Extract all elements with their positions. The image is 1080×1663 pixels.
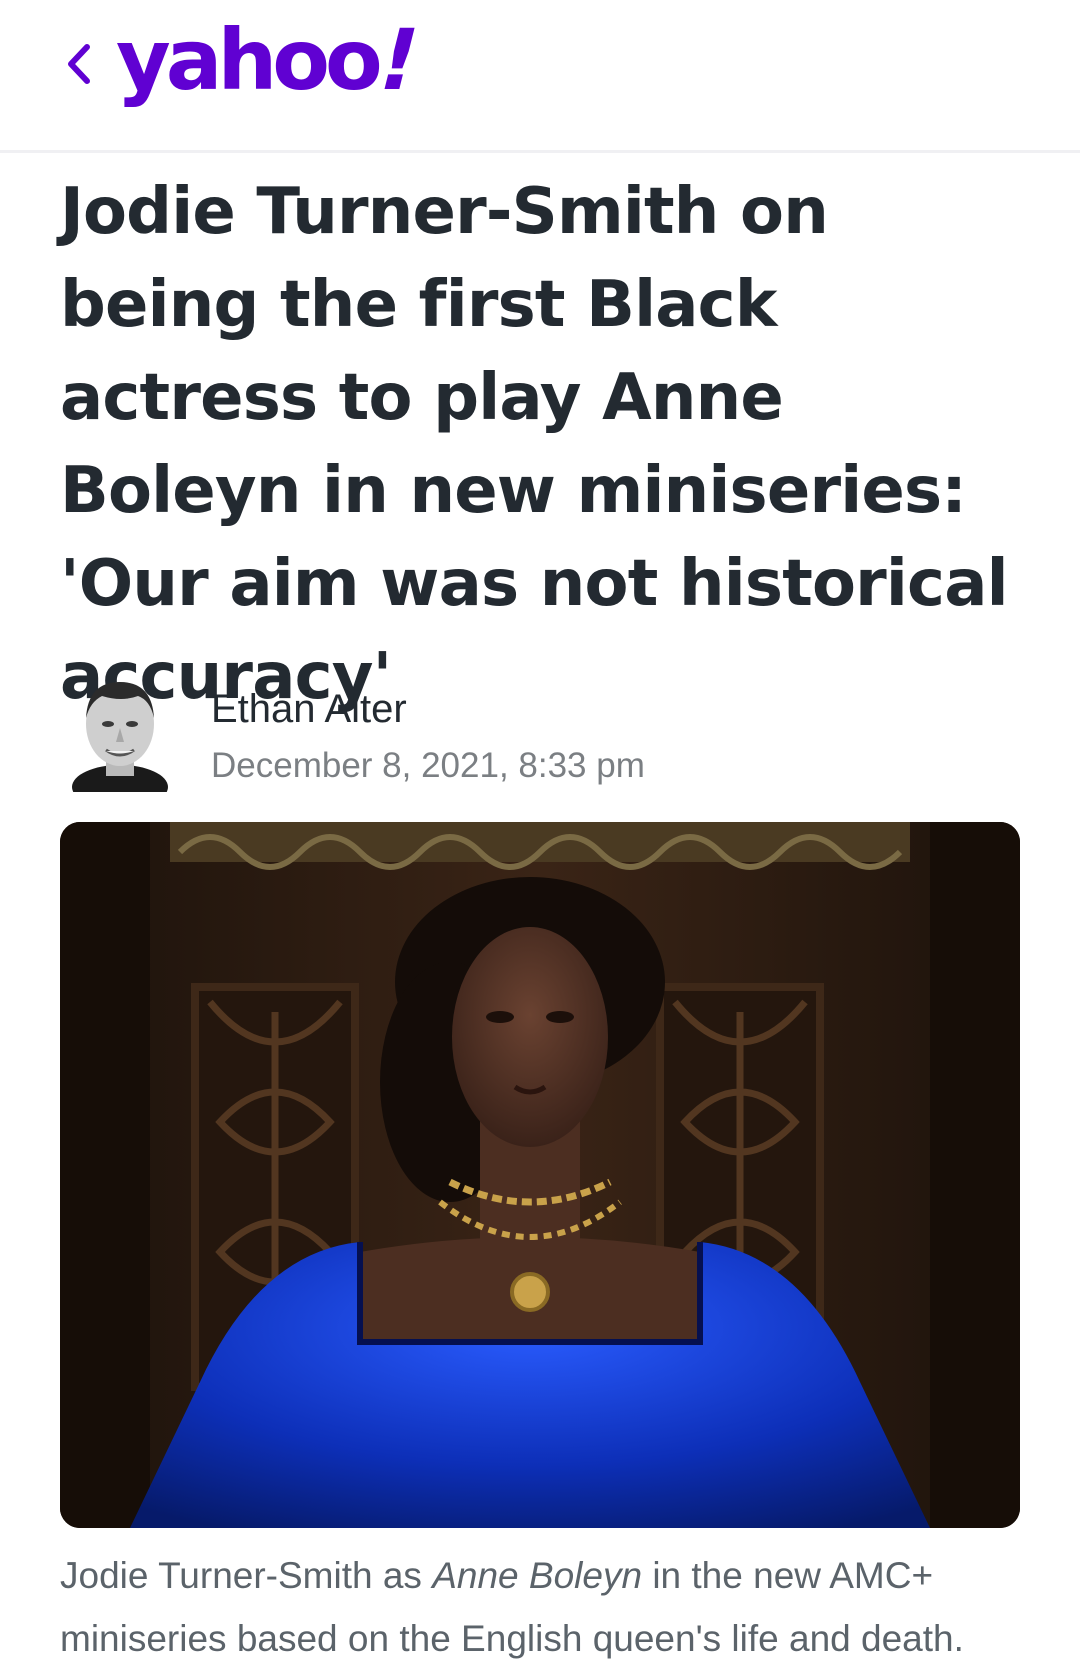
author-name[interactable]: Ethan Alter	[211, 686, 407, 732]
chevron-left-icon	[68, 44, 90, 84]
logo-text: yahoo	[116, 11, 383, 109]
publish-date: December 8, 2021, 8:33 pm	[211, 746, 645, 785]
article-hero-image[interactable]	[60, 822, 1020, 1528]
article-headline: Jodie Turner-Smith on being the first Bl…	[60, 175, 1009, 714]
author-avatar[interactable]	[70, 672, 170, 809]
caption-text-start: Jodie Turner-Smith as	[60, 1555, 433, 1596]
top-bar: yahoo!	[0, 0, 1080, 153]
image-caption: Jodie Turner-Smith as Anne Boleyn in the…	[60, 1544, 1050, 1663]
caption-show-title: Anne Boleyn	[432, 1555, 643, 1596]
article-page: yahoo! Jodie Turner-Smith on being the f…	[0, 0, 1080, 1663]
back-button[interactable]	[58, 32, 98, 96]
yahoo-logo[interactable]: yahoo!	[116, 10, 425, 110]
